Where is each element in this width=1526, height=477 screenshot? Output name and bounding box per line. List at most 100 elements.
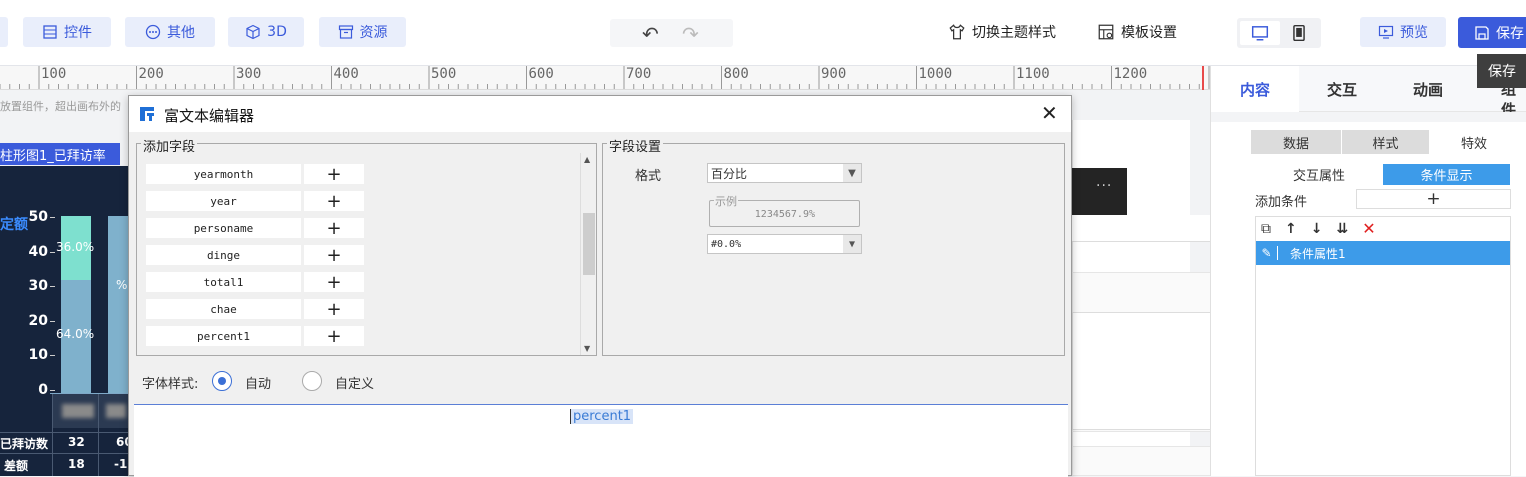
y-tick-label: 10 [28,347,48,364]
font-style-label: 字体样式: [142,377,199,392]
field-scroll-up[interactable]: ▲ [584,155,590,164]
bar2-label: % [116,278,128,292]
add-field-button[interactable]: + [304,191,364,212]
bar-chart-widget[interactable]: 定额 50 40 30 20 10 0 36.0% 64.0% % 已拜访数 32 60 … [0,166,136,476]
monitor-icon [1251,26,1269,41]
add-field-button[interactable]: + [304,164,364,185]
redo-icon[interactable]: ↷ [682,22,699,46]
phone-icon [1293,24,1305,42]
ruler-mark: 1100 [1016,66,1050,82]
mobile-view-button[interactable] [1289,22,1309,44]
add-field-button[interactable]: + [304,299,364,320]
radio-custom-label: 自定义 [335,377,375,392]
ruler-mark: 1000 [918,66,953,82]
radio-auto-label: 自动 [245,377,272,392]
radio-custom[interactable] [302,371,322,391]
delete-icon[interactable]: ✕ [1362,219,1375,238]
preview-icon [1378,25,1394,39]
add-field-button[interactable]: + [304,272,364,293]
template-icon [1098,24,1114,40]
resources-button[interactable]: 资源 [319,17,406,47]
widget-title-tag[interactable]: 柱形图1_已拜访率 [0,143,120,165]
template-settings-button[interactable]: 模板设置 [1097,22,1177,42]
y-tick-label: 0 [38,382,48,398]
other-button[interactable]: 其他 [125,17,215,47]
ruler-mark: 700 [626,66,652,82]
preview-button[interactable]: 预览 [1360,17,1446,47]
ruler-mark: 800 [723,66,749,82]
history-group [610,19,733,47]
canvas-strip [1072,215,1210,242]
save-button[interactable]: 保存 [1458,17,1526,48]
dialog-title: 富文本编辑器 [164,107,255,125]
tab-animation[interactable]: 动画 [1385,66,1471,112]
undo-icon[interactable]: ↶ [642,22,659,46]
radio-auto[interactable] [212,371,232,391]
save-tooltip: 保存 [1477,54,1526,88]
table-divider-2 [98,394,99,476]
example-label: 示例 [714,193,738,209]
more-icon[interactable]: ··· [1096,178,1112,194]
condition-item[interactable]: ✎ 条件属性1 [1256,241,1510,265]
field-item-personame: personame [146,218,301,238]
field-item-total1: total1 [146,272,301,292]
example-value: 1234567.9% [754,209,815,220]
switch-theme-button[interactable]: 切换主题样式 [948,22,1056,42]
panel-gap [1211,112,1526,122]
rich-text-editor-area[interactable]: percent1 [134,404,1068,477]
row1-value-1: 32 [68,435,85,449]
pattern-select[interactable]: #0.0% ▼ [707,234,862,254]
y-tick-mark [50,286,55,288]
add-condition-button[interactable]: + [1356,189,1511,209]
close-icon[interactable]: ✕ [1041,101,1058,125]
cube-icon [246,24,260,40]
y-tick-label: 30 [28,278,48,295]
copy-icon[interactable]: ⧉ [1261,221,1271,237]
field-item-yearmonth: yearmonth [146,164,301,184]
add-field-button[interactable]: + [304,245,364,266]
field-settings-label: 字段设置 [607,136,664,155]
left-edge-button[interactable] [0,17,8,47]
row2-label: 差额 [4,459,29,473]
add-field-button[interactable]: + [304,326,364,347]
dialog-titlebar [129,96,1071,132]
ruler-mark: 600 [528,66,554,82]
radio-dot [218,377,226,385]
pattern-value: #0.0% [711,238,742,250]
tab-interaction[interactable]: 交互 [1299,66,1385,112]
template-settings-label: 模板设置 [1121,25,1177,41]
field-scroll-down[interactable]: ▼ [584,344,590,353]
ruler-mark: 300 [236,66,262,82]
field-scroll-thumb[interactable] [583,213,595,275]
field-item-chae: chae [146,299,301,319]
tab-interaction-props[interactable]: 交互属性 [1255,164,1383,185]
format-value: 百分比 [711,166,748,181]
chevron-down-icon: ▼ [843,164,861,182]
move-up-icon[interactable]: ↑ [1285,221,1297,237]
ruler-mark: 1200 [1113,66,1148,82]
editor-field-token[interactable]: percent1 [570,409,634,424]
controls-button[interactable]: 控件 [23,17,111,47]
format-select[interactable]: 百分比 ▼ [707,163,862,183]
subtab-data[interactable]: 数据 [1251,130,1341,154]
move-down-icon[interactable]: ↓ [1311,221,1323,237]
y-tick-mark [50,251,55,253]
field-list-scrollbar[interactable]: ▲ ▼ [580,153,596,355]
bar-top-label: 36.0% [56,240,95,254]
y-tick-label: 50 [28,209,48,225]
three-d-button[interactable]: 3D [228,17,304,47]
move-bottom-icon[interactable]: ⇊ [1336,221,1348,237]
ruler-mark: 200 [138,66,164,82]
resources-label: 资源 [359,25,388,41]
ruler-mark: 400 [333,66,359,82]
tab-condition-display[interactable]: 条件显示 [1383,164,1510,185]
y-tick-mark [50,320,55,322]
add-field-button[interactable]: + [304,218,364,239]
edit-icon: ✎ [1256,246,1278,260]
ruler-mark: 900 [821,66,847,82]
tab-content[interactable]: 内容 [1211,66,1299,112]
row1-label: 已拜访数 [0,437,49,451]
subtab-effects[interactable]: 特效 [1429,130,1519,154]
desktop-view-button[interactable] [1240,21,1280,45]
subtab-style[interactable]: 样式 [1341,130,1429,154]
